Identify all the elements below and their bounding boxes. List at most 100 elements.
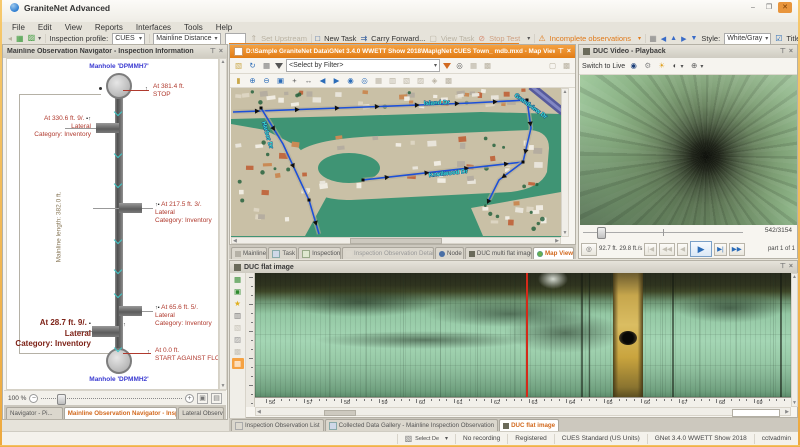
lateral-65-observation[interactable]: ↑▪ At 65.6 ft. 5/. Lateral Category: Inv… bbox=[155, 304, 219, 328]
zoom-out-map-icon[interactable]: ⊖ bbox=[261, 76, 272, 86]
print-icon[interactable]: ▦ bbox=[16, 34, 24, 43]
scroll-up-icon[interactable]: ▲ bbox=[221, 59, 226, 65]
snapshot-button[interactable]: ◎ bbox=[581, 243, 597, 256]
menu-view[interactable]: View bbox=[65, 23, 82, 32]
step-back-button[interactable]: ◀ bbox=[677, 243, 688, 256]
back-icon[interactable]: ◂ bbox=[8, 34, 12, 43]
print-map-icon[interactable]: ▦ bbox=[261, 61, 272, 71]
flat-vscrollbar[interactable]: ▲ ▼ bbox=[791, 273, 798, 407]
scroll-down-icon[interactable]: ▼ bbox=[221, 383, 226, 389]
view-task-button[interactable]: View Task bbox=[441, 34, 475, 43]
zoom-slider[interactable] bbox=[41, 394, 182, 403]
filter-icon[interactable] bbox=[275, 63, 283, 69]
rewind-full-button[interactable]: |◀ bbox=[644, 243, 657, 256]
tab-mainline[interactable]: Mainline bbox=[231, 247, 267, 259]
map-tool-icon[interactable]: ▦ bbox=[468, 61, 479, 71]
menu-edit[interactable]: Edit bbox=[38, 23, 52, 32]
observation-grid-icon[interactable]: ▦ bbox=[232, 274, 244, 285]
close-panel-icon[interactable]: × bbox=[219, 47, 223, 57]
prev-extent-icon[interactable]: ◀ bbox=[317, 76, 328, 86]
scroll-right-icon[interactable]: ▶ bbox=[785, 409, 789, 415]
close-panel-icon[interactable]: × bbox=[789, 47, 793, 57]
scroll-thumb[interactable] bbox=[350, 238, 442, 244]
flat-tool-icon[interactable]: ▧ bbox=[232, 322, 244, 333]
close-panel-icon[interactable]: × bbox=[789, 262, 793, 272]
apply-filter-icon[interactable] bbox=[443, 63, 451, 69]
map-tool-icon[interactable]: ▩ bbox=[443, 76, 454, 86]
zoom-slider-handle[interactable] bbox=[57, 394, 66, 405]
titles-checkbox[interactable]: ☑ bbox=[775, 34, 782, 43]
current-position-cursor[interactable] bbox=[526, 273, 528, 397]
map-tool-icon[interactable]: ▦ bbox=[373, 76, 384, 86]
navigator-diagram[interactable]: Mainline length: 382.0 ft. Manhole 'DPMM… bbox=[6, 58, 219, 390]
manhole-top-icon[interactable] bbox=[106, 73, 132, 99]
scroll-down-icon[interactable]: ▼ bbox=[792, 400, 797, 406]
grid-nav-icon[interactable]: ▦ bbox=[649, 34, 657, 43]
grid-overlay-icon[interactable]: ▦ bbox=[232, 358, 244, 369]
fit-page-icon[interactable]: ▤ bbox=[211, 393, 222, 404]
distance-select[interactable]: Mainline Distance▾ bbox=[153, 33, 220, 44]
save-map-icon[interactable]: ▧ bbox=[233, 61, 244, 71]
menu-tools[interactable]: Tools bbox=[184, 23, 203, 32]
video-display[interactable] bbox=[580, 75, 797, 225]
zoom-in-icon[interactable]: + bbox=[185, 394, 194, 403]
export-icon[interactable]: ▨▾ bbox=[28, 33, 42, 44]
scroll-thumb[interactable] bbox=[324, 410, 356, 416]
tab-lateral-observation-navigator[interactable]: Lateral Observation Na... bbox=[178, 407, 224, 419]
lateral-28-observation-selected[interactable]: At 28.7 ft. 9/. ▪ Lateral Category: Inve… bbox=[6, 318, 91, 349]
manhole-bottom-icon[interactable] bbox=[106, 348, 132, 374]
scroll-left-icon[interactable]: ◀ bbox=[257, 409, 261, 415]
tab-collected-data-gallery[interactable]: Collected Data Gallery - Mainline Inspec… bbox=[325, 419, 498, 431]
nav-first-icon[interactable]: ◀ bbox=[661, 35, 666, 43]
pin-icon[interactable]: ⊤ bbox=[210, 47, 216, 57]
pin-icon[interactable]: ⊤ bbox=[558, 47, 564, 57]
brightness-icon[interactable]: ☀▾ bbox=[656, 61, 667, 71]
map-tool-icon[interactable]: ▩ bbox=[561, 61, 572, 71]
nav-up-icon[interactable]: ▲ bbox=[670, 35, 677, 42]
select-by-filter-combo[interactable]: <Select by Filter>▾ bbox=[286, 59, 440, 72]
flat-tool-icon[interactable]: ▩ bbox=[232, 346, 244, 357]
close-button[interactable]: ✕ bbox=[778, 2, 792, 13]
carry-forward-button[interactable]: Carry Forward... bbox=[371, 34, 425, 43]
close-panel-icon[interactable]: × bbox=[567, 47, 571, 57]
stop-test-button[interactable]: Stop Test bbox=[489, 34, 520, 43]
rewind-button[interactable]: ◀◀ bbox=[659, 243, 675, 256]
tab-task[interactable]: Task bbox=[268, 247, 297, 259]
video-position-slider[interactable] bbox=[583, 227, 743, 237]
tab-duc-multi-flat-image[interactable]: DUC multi flat image bbox=[465, 247, 532, 259]
pin-icon[interactable]: ⊤ bbox=[780, 47, 786, 57]
map-tool-icon[interactable]: ▥ bbox=[387, 76, 398, 86]
map-tool-icon[interactable]: ▩ bbox=[482, 61, 493, 71]
basemap-icon[interactable]: ▮ bbox=[233, 76, 244, 86]
lateral-217-observation[interactable]: ↑▪ At 217.5 ft. 3/. Lateral Category: In… bbox=[155, 201, 219, 225]
save-image-icon[interactable]: ▥ bbox=[232, 310, 244, 321]
minimize-button[interactable]: – bbox=[746, 2, 760, 13]
scroll-up-icon[interactable]: ▲ bbox=[792, 274, 797, 280]
zoom-rect-icon[interactable]: ▣ bbox=[275, 76, 286, 86]
pin-icon[interactable]: ⊤ bbox=[780, 262, 786, 272]
nav-down-icon[interactable]: ▼ bbox=[690, 35, 697, 42]
map-canvas[interactable]: Island Dr Grandview Dr Knollwood Dr Harb… bbox=[231, 88, 561, 237]
gallery-icon[interactable]: ▨ bbox=[232, 334, 244, 345]
tab-inspection-observation-list[interactable]: Inspection Observation List bbox=[231, 419, 324, 431]
new-task-button[interactable]: New Task bbox=[324, 34, 356, 43]
menu-reports[interactable]: Reports bbox=[95, 23, 123, 32]
pan-icon[interactable]: + bbox=[289, 76, 300, 86]
tab-map-view[interactable]: Map View bbox=[533, 247, 574, 259]
flat-image-display[interactable] bbox=[255, 273, 791, 397]
tab-duc-flat-image[interactable]: DUC flat image bbox=[499, 419, 559, 431]
scroll-right-icon[interactable]: ▶ bbox=[555, 238, 559, 244]
menu-help[interactable]: Help bbox=[216, 23, 232, 32]
navigator-vscrollbar[interactable]: ▲ ▼ bbox=[219, 58, 227, 390]
rating-star-icon[interactable]: ★ bbox=[232, 298, 244, 309]
incomplete-observations-button[interactable]: Incomplete observations bbox=[550, 34, 631, 43]
scroll-left-icon[interactable]: ◀ bbox=[233, 238, 237, 244]
refresh-icon[interactable]: ↻ bbox=[247, 61, 258, 71]
maximize-button[interactable]: ❐ bbox=[762, 2, 776, 13]
zoom-in-map-icon[interactable]: ⊕ bbox=[247, 76, 258, 86]
tab-mainline-observation-navigator[interactable]: Mainline Observation Navigator - Inspect… bbox=[64, 407, 177, 419]
menu-file[interactable]: File bbox=[12, 23, 25, 32]
fast-forward-button[interactable]: ▶▶ bbox=[729, 243, 745, 256]
style-select[interactable]: White/Gray▾ bbox=[724, 33, 771, 44]
settings-gear-icon[interactable]: ⚙ bbox=[642, 61, 653, 71]
